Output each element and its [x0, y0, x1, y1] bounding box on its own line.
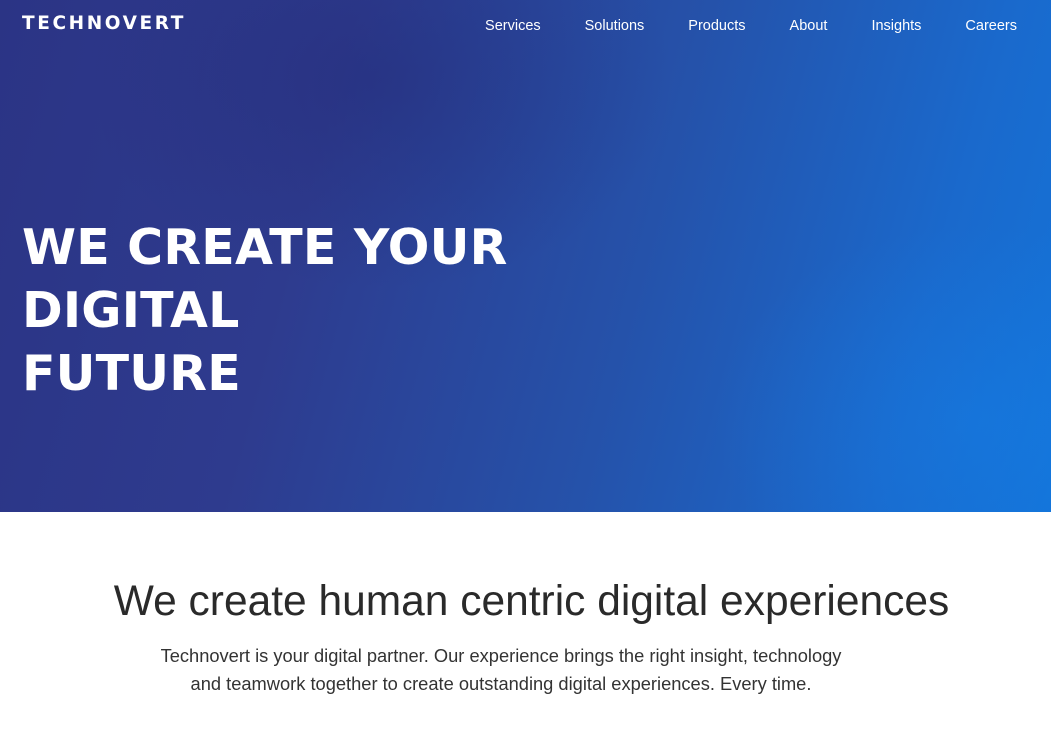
nav-item-services[interactable]: Services	[485, 17, 541, 35]
nav-item-insights[interactable]: Insights	[871, 17, 921, 35]
nav-item-solutions[interactable]: Solutions	[585, 17, 645, 35]
technovert-logo[interactable]: TECHNOVERT	[22, 13, 186, 35]
nav-item-about[interactable]: About	[790, 17, 828, 35]
top-navigation-bar: TECHNOVERT Services Solutions Products A…	[0, 0, 1051, 52]
hero-section: TECHNOVERT Services Solutions Products A…	[0, 0, 1051, 512]
intro-heading: We create human centric digital experien…	[113, 578, 950, 625]
hero-title-line-2: FUTURE	[22, 345, 241, 402]
hero-title: WE CREATE YOUR DIGITAL FUTURE	[22, 216, 742, 405]
intro-section: We create human centric digital experien…	[0, 512, 1051, 729]
hero-title-line-1: WE CREATE YOUR DIGITAL	[22, 219, 508, 339]
main-nav: Services Solutions Products About Insigh…	[441, 17, 1017, 35]
nav-item-careers[interactable]: Careers	[965, 17, 1017, 35]
intro-paragraph: Technovert is your digital partner. Our …	[160, 645, 842, 694]
nav-item-products[interactable]: Products	[688, 17, 745, 35]
